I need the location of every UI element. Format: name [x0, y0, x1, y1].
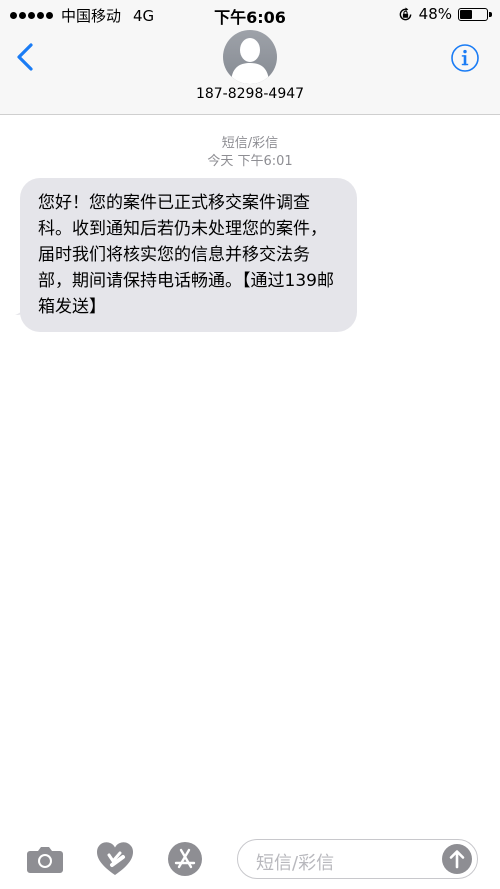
incoming-message-bubble[interactable]: 您好！您的案件已正式移交案件调查科。收到通知后若仍未处理您的案件，届时我们将核实… — [20, 178, 357, 332]
message-input-bar: 短信/彩信 — [0, 826, 500, 889]
camera-icon[interactable] — [26, 844, 64, 874]
battery-fill — [460, 9, 472, 19]
message-input[interactable]: 短信/彩信 — [237, 839, 478, 879]
battery-percentage: 48% — [418, 5, 452, 23]
orientation-lock-icon — [399, 6, 412, 20]
contact-name[interactable]: 187-8298-4947 — [0, 86, 500, 102]
info-icon[interactable] — [450, 43, 480, 73]
status-right: 48% — [398, 5, 492, 23]
person-silhouette-icon — [231, 38, 269, 84]
send-arrow-icon — [449, 850, 465, 869]
battery-icon — [458, 7, 492, 21]
send-button[interactable] — [442, 844, 472, 874]
message-timestamp: 今天 下午6:01 — [207, 154, 293, 169]
chevron-left-icon[interactable] — [14, 42, 36, 72]
message-input-placeholder: 短信/彩信 — [256, 853, 335, 874]
status-bar: 中国移动 4G 下午6:06 48% — [0, 0, 500, 28]
contact-avatar[interactable] — [223, 30, 277, 84]
message-type-label: 短信/彩信 — [221, 136, 279, 151]
app-store-icon[interactable] — [167, 841, 203, 877]
digital-touch-heart-icon[interactable] — [96, 841, 134, 877]
conversation-header: 187-8298-4947 — [0, 28, 500, 115]
